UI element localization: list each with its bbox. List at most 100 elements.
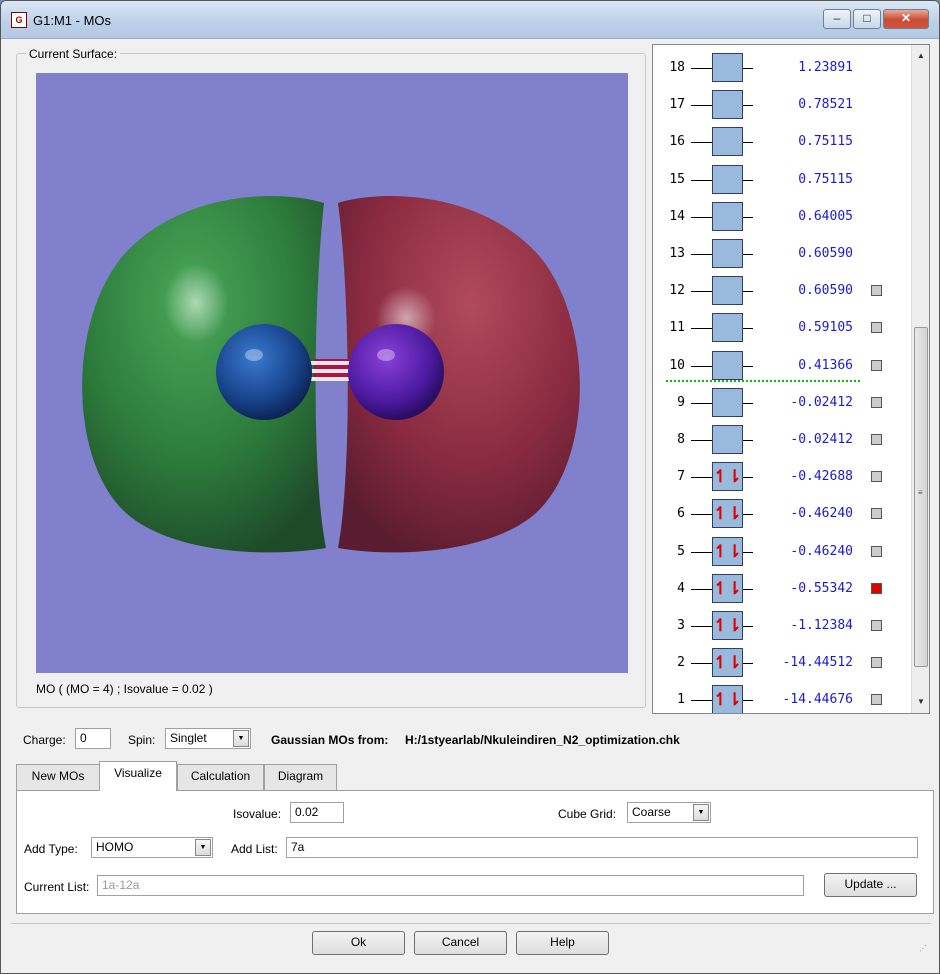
mo-surface-checkbox[interactable] <box>871 396 882 408</box>
mo-scrollbar[interactable]: ▲ ≡ ▼ <box>911 45 929 713</box>
mo-energy: -14.44676 <box>753 692 853 708</box>
nitrogen-atom-2 <box>348 324 444 420</box>
mo-number: 16 <box>669 134 685 150</box>
add-list-field[interactable]: 7a <box>286 837 918 858</box>
mo-surface-checkbox[interactable] <box>871 657 882 669</box>
chevron-down-icon[interactable]: ▼ <box>195 839 211 856</box>
mo-row[interactable]: 2 ↿⇂ -14.44512 <box>653 644 908 681</box>
mo-level-box[interactable]: ↿⇂ <box>712 462 743 492</box>
mo-number: 10 <box>669 357 685 373</box>
mo-level-line <box>691 551 713 553</box>
scroll-thumb[interactable]: ≡ <box>914 327 928 667</box>
tab-new-mos[interactable]: New MOs <box>16 764 100 790</box>
scroll-up-arrow-icon[interactable]: ▲ <box>912 47 929 65</box>
mo-surface-checkbox[interactable] <box>871 620 882 631</box>
mo-number: 2 <box>677 655 685 671</box>
mo-row[interactable]: 15 0.75115 <box>653 161 908 198</box>
mo-level-box[interactable]: ↿⇂ <box>712 499 743 529</box>
chevron-down-icon[interactable]: ▼ <box>693 804 709 821</box>
mo-energy: -0.46240 <box>753 506 853 522</box>
title-bar[interactable]: G G1:M1 - MOs – □ ✕ <box>1 1 939 39</box>
mo-level-box[interactable]: ↿⇂ <box>712 573 743 603</box>
mo-level-box[interactable] <box>712 201 743 231</box>
mo-number: 6 <box>677 506 685 522</box>
mo-surface-checkbox[interactable] <box>871 508 882 520</box>
mo-surface-checkbox[interactable] <box>871 359 882 371</box>
mo-row[interactable]: 14 0.64005 <box>653 198 908 235</box>
mo-level-line <box>691 700 713 702</box>
mo-row[interactable]: 3 ↿⇂ -1.12384 <box>653 607 908 644</box>
mo-row[interactable]: 9 -0.02412 <box>653 384 908 421</box>
electron-pair-icon: ↿⇂ <box>713 467 742 487</box>
maximize-button[interactable]: □ <box>853 9 881 29</box>
mo-surface-checkbox[interactable] <box>871 582 882 594</box>
mo-surface-render <box>82 195 580 553</box>
minimize-button[interactable]: – <box>823 9 851 29</box>
mo-level-box[interactable] <box>712 276 743 306</box>
homo-lumo-divider <box>666 380 860 382</box>
triple-bond <box>306 361 354 381</box>
mo-surface-checkbox[interactable] <box>871 545 882 557</box>
spin-select[interactable]: Singlet ▼ <box>165 728 251 749</box>
mo-level-box[interactable] <box>712 90 743 120</box>
mo-level-box[interactable] <box>712 127 743 157</box>
mo-row[interactable]: 6 ↿⇂ -0.46240 <box>653 495 908 532</box>
isovalue-label: Isovalue: <box>233 807 282 821</box>
cube-grid-select[interactable]: Coarse ▼ <box>627 802 711 823</box>
mo-row[interactable]: 18 1.23891 <box>653 49 908 86</box>
mo-level-box[interactable] <box>712 53 743 82</box>
mo-level-line <box>691 179 713 181</box>
mo-row[interactable]: 5 ↿⇂ -0.46240 <box>653 533 908 570</box>
mo-row[interactable]: 1 ↿⇂ -14.44676 <box>653 681 908 713</box>
isovalue-field[interactable]: 0.02 <box>290 802 344 823</box>
mo-row[interactable]: 12 0.60590 <box>653 272 908 309</box>
cancel-button[interactable]: Cancel <box>414 931 507 955</box>
mo-row[interactable]: 11 0.59105 <box>653 309 908 346</box>
mo-row[interactable]: 17 0.78521 <box>653 86 908 123</box>
resize-grip-icon[interactable]: ⋰ <box>919 944 927 953</box>
mo-level-line <box>691 105 713 107</box>
mo-energy: -14.44512 <box>753 655 853 671</box>
mo-level-box[interactable] <box>712 387 743 417</box>
mo-level-line <box>691 216 713 218</box>
mo-level-box[interactable] <box>712 425 743 454</box>
mo-surface-checkbox[interactable] <box>871 285 882 297</box>
chevron-down-icon[interactable]: ▼ <box>233 730 249 747</box>
mo-surface-checkbox[interactable] <box>871 322 882 334</box>
mo-surface-checkbox[interactable] <box>871 434 882 445</box>
mo-level-box[interactable]: ↿⇂ <box>712 685 743 713</box>
tab-visualize[interactable]: Visualize <box>99 761 177 791</box>
mo-row[interactable]: 8 -0.02412 <box>653 421 908 458</box>
mo-row[interactable]: 16 0.75115 <box>653 123 908 160</box>
mo-row[interactable]: 13 0.60590 <box>653 235 908 272</box>
mo-surface-checkbox[interactable] <box>871 694 882 706</box>
mo-surface-checkbox[interactable] <box>871 471 882 483</box>
mo-level-box[interactable]: ↿⇂ <box>712 611 743 640</box>
mo-level-line <box>691 477 713 479</box>
mo-row[interactable]: 4 ↿⇂ -0.55342 <box>653 570 908 607</box>
close-button[interactable]: ✕ <box>883 9 929 29</box>
current-list-label: Current List: <box>24 880 90 894</box>
tab-diagram[interactable]: Diagram <box>264 764 337 790</box>
mo-row[interactable]: 7 ↿⇂ -0.42688 <box>653 458 908 495</box>
charge-field[interactable]: 0 <box>75 728 111 749</box>
mo-level-box[interactable] <box>712 164 743 194</box>
ok-button[interactable]: Ok <box>312 931 405 955</box>
mo-level-box[interactable] <box>712 350 743 380</box>
add-type-select[interactable]: HOMO ▼ <box>91 837 213 858</box>
mo-level-box[interactable] <box>712 313 743 343</box>
update-button[interactable]: Update ... <box>824 873 917 897</box>
molecule-viewer[interactable] <box>36 73 628 673</box>
scroll-down-arrow-icon[interactable]: ▼ <box>912 693 929 711</box>
mo-row[interactable]: 10 0.41366 <box>653 347 908 384</box>
mo-energy: 0.75115 <box>753 134 853 150</box>
mo-energy-diagram[interactable]: 18 1.23891 17 0.78521 16 0.75115 15 0.75115 14 0.… <box>652 44 930 714</box>
mo-level-box[interactable]: ↿⇂ <box>712 536 743 566</box>
mo-level-box[interactable] <box>712 239 743 268</box>
help-button[interactable]: Help <box>516 931 609 955</box>
tab-calculation[interactable]: Calculation <box>177 764 264 790</box>
mo-level-line <box>691 588 713 590</box>
mo-energy: -0.02412 <box>753 394 853 410</box>
mo-level-line <box>691 626 713 627</box>
mo-level-box[interactable]: ↿⇂ <box>712 648 743 678</box>
